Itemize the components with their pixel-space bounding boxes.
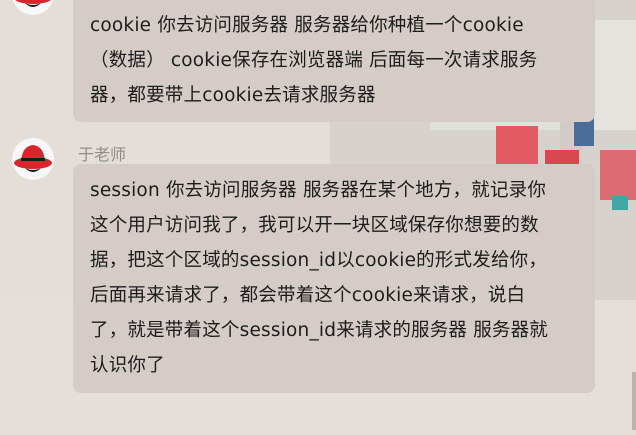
message-line: 这个用户访问我了，我可以开一块区域保存你想要的数 xyxy=(90,215,539,236)
message-line: 后面再来请求了，都会带着这个cookie来请求，说白 xyxy=(90,285,526,306)
red-hat-avatar-icon xyxy=(12,138,54,180)
message-line: 器，都要带上cookie去请求服务器 xyxy=(90,85,376,106)
message-bubble[interactable]: session 你去访问服务器 服务器在某个地方，就记录你 这个用户访问我了，我… xyxy=(73,164,595,393)
message-line: 认识你了 xyxy=(90,355,165,376)
message-line: cookie 你去访问服务器 服务器给你种植一个cookie xyxy=(90,15,524,36)
message-bubble[interactable]: cookie 你去访问服务器 服务器给你种植一个cookie （数据） cook… xyxy=(73,0,595,122)
message-line: 据，把这个区域的session_id以cookie的形式发给你， xyxy=(90,250,548,271)
message-line: （数据） cookie保存在浏览器端 后面每一次请求服务 xyxy=(90,50,538,71)
scrollbar[interactable] xyxy=(632,372,636,430)
background-red-chair xyxy=(600,150,636,200)
background-window xyxy=(590,20,636,130)
sender-name: 于老师 xyxy=(78,145,127,164)
message-line: 了，就是带着这个session_id来请求的服务器 服务器就 xyxy=(90,320,548,341)
background-teal-object xyxy=(612,196,628,210)
message-line: session 你去访问服务器 服务器在某个地方，就记录你 xyxy=(90,180,547,201)
sender-avatar[interactable] xyxy=(12,138,54,180)
